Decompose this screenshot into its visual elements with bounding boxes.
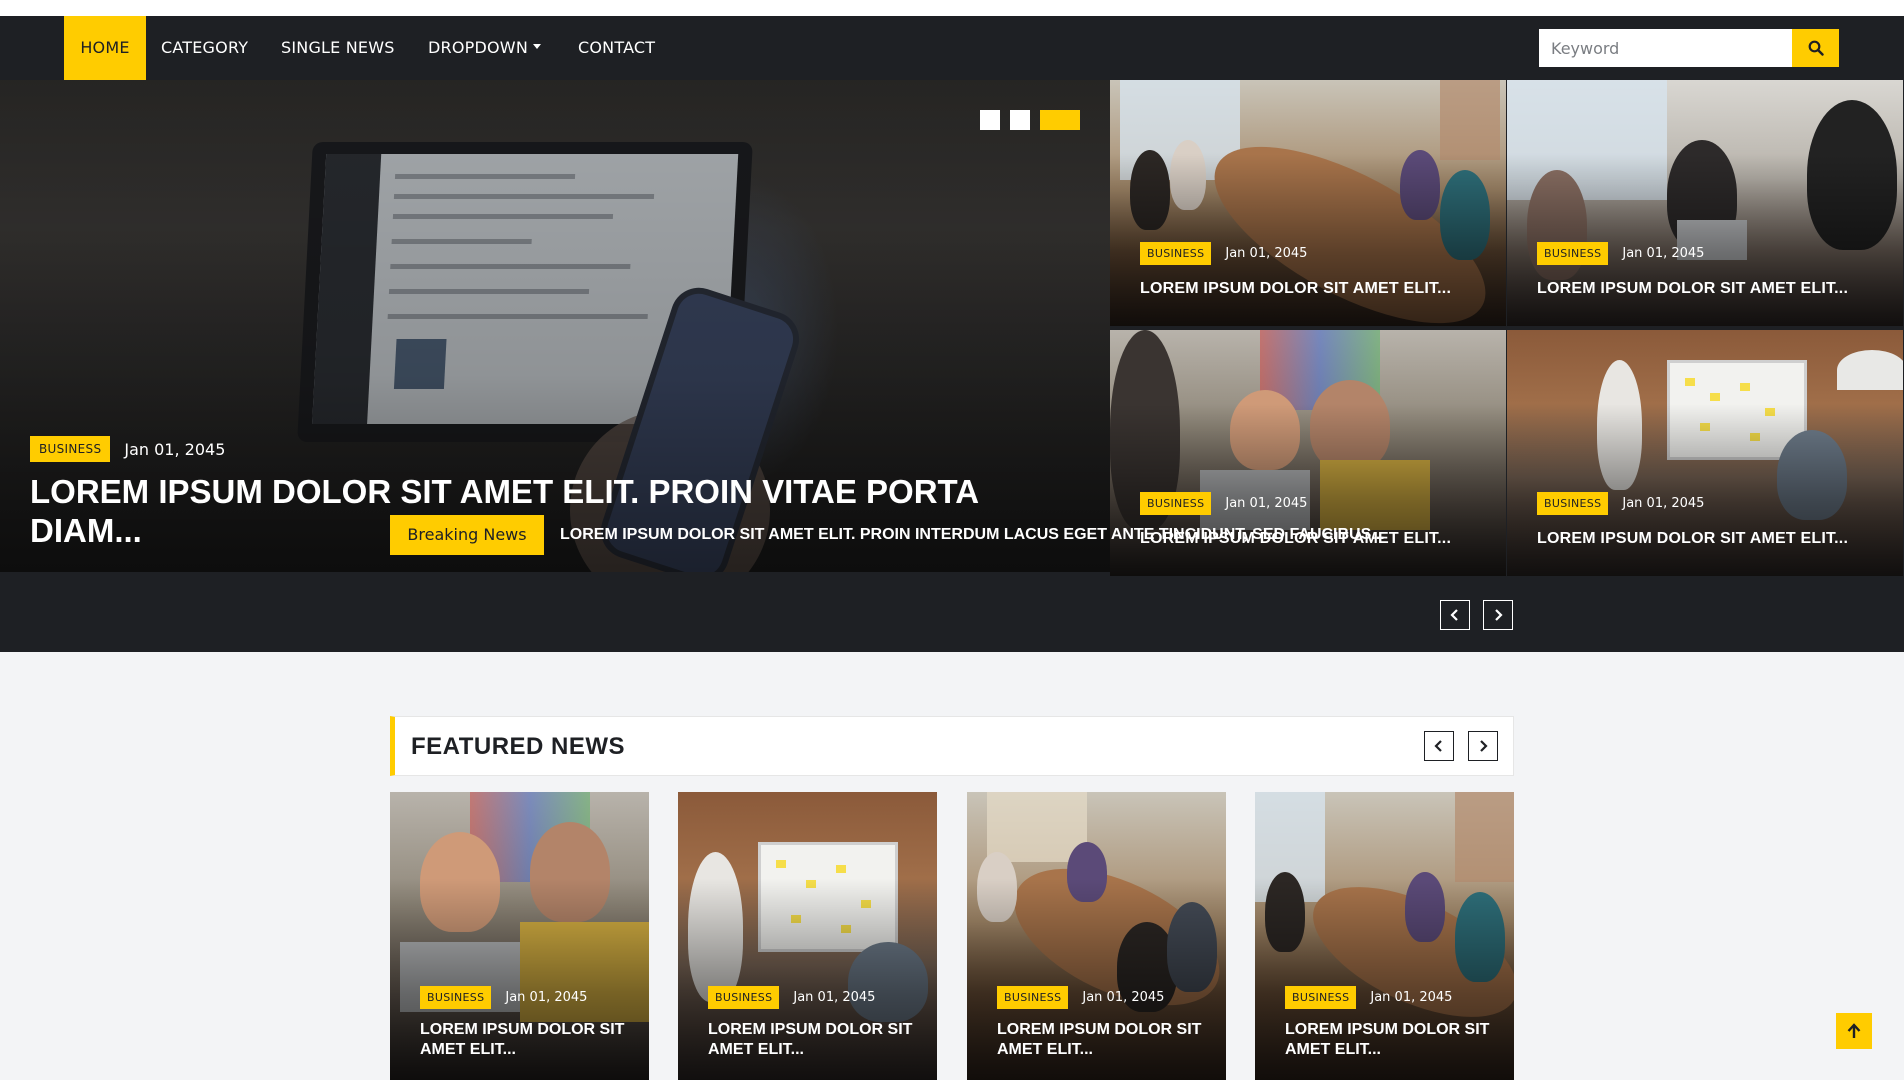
post-date: Jan 01, 2045	[1370, 990, 1453, 1005]
nav-item-dropdown[interactable]: DROPDOWN	[428, 16, 541, 80]
featured-next-button[interactable]	[1468, 731, 1498, 761]
card-headline[interactable]: LOREM IPSUM DOLOR SIT AMET ELIT...	[420, 1020, 630, 1060]
main-meta: BUSINESS Jan 01, 2045	[30, 436, 225, 462]
post-date: Jan 01, 2045	[1225, 246, 1308, 261]
post-date: Jan 01, 2045	[1622, 246, 1705, 261]
card-headline[interactable]: LOREM IPSUM DOLOR SIT AMET ELIT...	[1285, 1020, 1495, 1060]
carousel-dot-2[interactable]	[1010, 110, 1030, 130]
breaking-news-label: Breaking News	[390, 515, 544, 555]
section-title: FEATURED NEWS	[411, 733, 626, 760]
post-date: Jan 01, 2045	[1622, 496, 1705, 511]
card-headline[interactable]: LOREM IPSUM DOLOR SIT AMET ELIT...	[997, 1020, 1207, 1060]
featured-news-card[interactable]: BUSINESS Jan 01, 2045 LOREM IPSUM DOLOR …	[678, 792, 937, 1080]
main-slide[interactable]: BUSINESS Jan 01, 2045 LOREM IPSUM DOLOR …	[0, 80, 1110, 572]
featured-news-card[interactable]: BUSINESS Jan 01, 2045 LOREM IPSUM DOLOR …	[967, 792, 1226, 1080]
category-badge[interactable]: BUSINESS	[420, 986, 492, 1009]
card-headline[interactable]: LOREM IPSUM DOLOR SIT AMET ELIT...	[1537, 280, 1848, 298]
side-news-card[interactable]: BUSINESS Jan 01, 2045 LOREM IPSUM DOLOR …	[1507, 330, 1903, 576]
card-headline[interactable]: LOREM IPSUM DOLOR SIT AMET ELIT...	[708, 1020, 918, 1060]
breaking-prev-button[interactable]	[1440, 600, 1470, 630]
carousel-dot-3[interactable]	[1040, 110, 1080, 130]
nav-item-category[interactable]: CATEGORY	[161, 16, 248, 80]
featured-news-header: FEATURED NEWS	[390, 716, 1514, 776]
card-headline[interactable]: LOREM IPSUM DOLOR SIT AMET ELIT...	[1140, 280, 1451, 298]
nav-item-home[interactable]: HOME	[64, 16, 146, 80]
breaking-next-button[interactable]	[1483, 600, 1513, 630]
search-button[interactable]	[1792, 29, 1839, 67]
card-headline[interactable]: LOREM IPSUM DOLOR SIT AMET ELIT...	[1537, 530, 1848, 548]
featured-news-card[interactable]: BUSINESS Jan 01, 2045 LOREM IPSUM DOLOR …	[390, 792, 649, 1080]
side-news-card[interactable]: BUSINESS Jan 01, 2045 LOREM IPSUM DOLOR …	[1110, 80, 1506, 326]
post-date: Jan 01, 2045	[505, 990, 588, 1005]
search-icon	[1808, 40, 1824, 56]
post-date: Jan 01, 2045	[793, 990, 876, 1005]
category-badge[interactable]: BUSINESS	[708, 986, 780, 1009]
post-date: Jan 01, 2045	[1225, 496, 1308, 511]
nav-item-single-news[interactable]: SINGLE NEWS	[281, 16, 395, 80]
carousel-dot-1[interactable]	[980, 110, 1000, 130]
category-badge[interactable]: BUSINESS	[1140, 242, 1212, 265]
search-input[interactable]	[1539, 29, 1792, 67]
featured-prev-button[interactable]	[1424, 731, 1454, 761]
caret-down-icon	[532, 44, 541, 49]
top-strip	[0, 0, 1904, 16]
post-date: Jan 01, 2045	[124, 439, 226, 459]
category-badge[interactable]: BUSINESS	[1140, 492, 1212, 515]
chevron-left-icon	[1434, 740, 1442, 752]
hero-section: BUSINESS Jan 01, 2045 LOREM IPSUM DOLOR …	[0, 80, 1904, 652]
nav-item-dropdown-label: DROPDOWN	[428, 38, 528, 57]
chevron-left-icon	[1450, 609, 1458, 621]
chevron-right-icon	[1480, 740, 1488, 752]
category-badge[interactable]: BUSINESS	[997, 986, 1069, 1009]
chevron-right-icon	[1495, 609, 1503, 621]
category-badge[interactable]: BUSINESS	[30, 436, 111, 462]
category-badge[interactable]: BUSINESS	[1537, 242, 1609, 265]
category-badge[interactable]: BUSINESS	[1537, 492, 1609, 515]
back-to-top-button[interactable]	[1836, 1013, 1872, 1049]
side-news-card[interactable]: BUSINESS Jan 01, 2045 LOREM IPSUM DOLOR …	[1507, 80, 1903, 326]
arrow-up-icon	[1847, 1023, 1861, 1038]
navbar: HOME CATEGORY SINGLE NEWS DROPDOWN CONTA…	[0, 16, 1904, 80]
category-badge[interactable]: BUSINESS	[1285, 986, 1357, 1009]
breaking-news-text[interactable]: LOREM IPSUM DOLOR SIT AMET ELIT. PROIN I…	[560, 515, 1420, 555]
nav-item-contact[interactable]: CONTACT	[578, 16, 655, 80]
featured-news-card[interactable]: BUSINESS Jan 01, 2045 LOREM IPSUM DOLOR …	[1255, 792, 1514, 1080]
post-date: Jan 01, 2045	[1082, 990, 1165, 1005]
